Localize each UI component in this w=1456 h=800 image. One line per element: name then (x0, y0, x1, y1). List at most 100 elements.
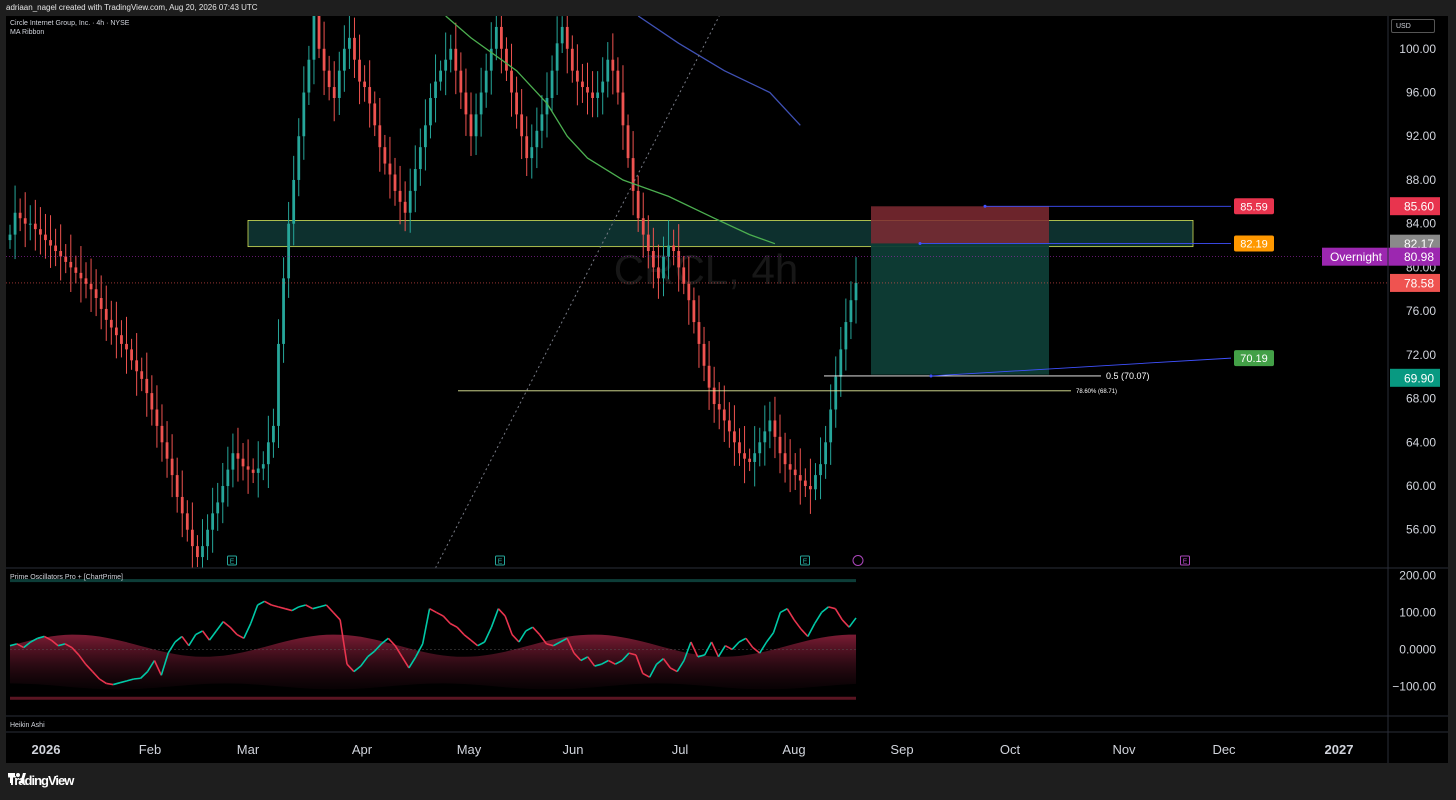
osc-line-segment (518, 630, 527, 643)
osc-line-segment (181, 635, 190, 647)
candle-body (444, 59, 448, 71)
candle-body (849, 300, 853, 323)
position-tag-label: 82.19 (1240, 238, 1268, 250)
osc-line-segment (195, 630, 203, 636)
candle-body (434, 81, 437, 98)
position-anchor[interactable] (983, 204, 987, 208)
candle-body (484, 70, 488, 93)
candle-body (454, 48, 458, 71)
osc-line-segment (477, 641, 485, 647)
candle-body (120, 335, 123, 344)
candle-body (18, 212, 22, 219)
candle-body (358, 59, 361, 82)
osc-line-segment (497, 608, 506, 617)
candle-body (839, 349, 843, 377)
price-axis-tag-label: 80.98 (1404, 250, 1434, 264)
candle-body (327, 70, 331, 88)
candle-body (44, 234, 47, 241)
osc-line-segment (298, 604, 306, 608)
time-tick-label: Jun (563, 742, 584, 757)
price-tick-label: 76.00 (1406, 304, 1436, 318)
candle-body (651, 251, 655, 268)
candle-body (474, 114, 478, 137)
osc-line-segment (167, 641, 176, 654)
osc-line-segment (188, 634, 197, 647)
candle-body (378, 125, 382, 148)
osc-line-segment (483, 626, 493, 643)
candle-body (535, 130, 539, 148)
candle-body (180, 496, 184, 514)
candle-body (383, 147, 387, 164)
candle-body (565, 26, 569, 49)
indicator-ma-ribbon[interactable]: MA Ribbon (10, 29, 44, 36)
candle-body (773, 420, 777, 437)
candle-body (175, 475, 179, 497)
candle-body (834, 376, 838, 410)
candle-body (135, 360, 139, 372)
price-tick-label: 72.00 (1406, 348, 1436, 362)
osc-tick-label: 0.0000 (1399, 642, 1436, 656)
osc-line-segment (738, 637, 747, 643)
candle-body (353, 37, 356, 60)
price-tick-label: 96.00 (1406, 86, 1436, 100)
osc-line-segment (511, 634, 520, 643)
osc-line-segment (821, 606, 829, 614)
symbol-watermark: CRCL, 4h (614, 246, 798, 293)
osc-line-segment (717, 645, 726, 658)
position-anchor[interactable] (929, 374, 933, 378)
candle-body (221, 486, 225, 503)
candle-body (743, 453, 746, 459)
osc-line-segment (133, 677, 141, 680)
candle-body (464, 92, 468, 115)
time-tick-label: Dec (1212, 742, 1236, 757)
candle-body (277, 343, 280, 426)
price-chart[interactable]: CRCL, 4h 0.5 (70.07) 78.60% (68.71) 85.59 8… (6, 16, 1448, 763)
candle-body (824, 442, 827, 465)
osc-line-segment (786, 608, 795, 621)
candle-body (89, 283, 93, 290)
ma-fast-line[interactable] (445, 16, 776, 245)
osc-ribbon-area (10, 634, 856, 690)
osc-line-segment (463, 633, 472, 641)
candle-body (413, 169, 417, 191)
chart-frame[interactable]: CRCL, 4h 0.5 (70.07) 78.60% (68.71) 85.59 8… (6, 16, 1448, 763)
osc-line-segment (222, 621, 231, 628)
stop-loss-box[interactable] (871, 206, 1049, 244)
candle-body (439, 70, 442, 82)
osc-line-segment (271, 604, 279, 608)
candle-body (657, 267, 660, 279)
candle-body (591, 92, 594, 98)
price-axis-tag-label: 85.60 (1404, 200, 1434, 214)
currency-selector[interactable]: USD (1391, 19, 1435, 33)
candle-body (155, 409, 159, 426)
position-anchor[interactable] (918, 241, 922, 245)
indicator-oscillator-title[interactable]: Prime Oscillators Pro + [ChartPrime] (10, 574, 123, 581)
candle-body (418, 147, 422, 170)
price-tick-label: 88.00 (1406, 173, 1436, 187)
osc-line-segment (312, 606, 320, 610)
osc-line-segment (215, 621, 224, 632)
candle-body (677, 251, 681, 268)
candle-body (190, 529, 194, 547)
tradingview-logo-icon (8, 773, 26, 783)
osc-line-segment (278, 606, 286, 610)
osc-line-segment (504, 615, 513, 635)
candle-body (170, 458, 174, 476)
candle-body (236, 453, 240, 459)
candle-body (753, 453, 757, 462)
candle-body (8, 234, 12, 241)
ma-slow-line[interactable] (637, 16, 801, 126)
take-profit-box[interactable] (871, 243, 1049, 375)
osc-line-segment (731, 641, 740, 650)
candle-body (520, 114, 524, 137)
candle-body (636, 190, 640, 219)
dividend-marker-icon[interactable] (852, 555, 864, 566)
position-tag-label: 70.19 (1240, 353, 1268, 365)
candle-body (28, 223, 32, 225)
osc-line-segment (724, 644, 733, 651)
position-tag-label: 85.59 (1240, 201, 1268, 213)
osc-line-segment (703, 641, 713, 656)
osc-line-segment (814, 611, 823, 624)
candle-body (84, 278, 88, 284)
candle-body (109, 319, 113, 328)
